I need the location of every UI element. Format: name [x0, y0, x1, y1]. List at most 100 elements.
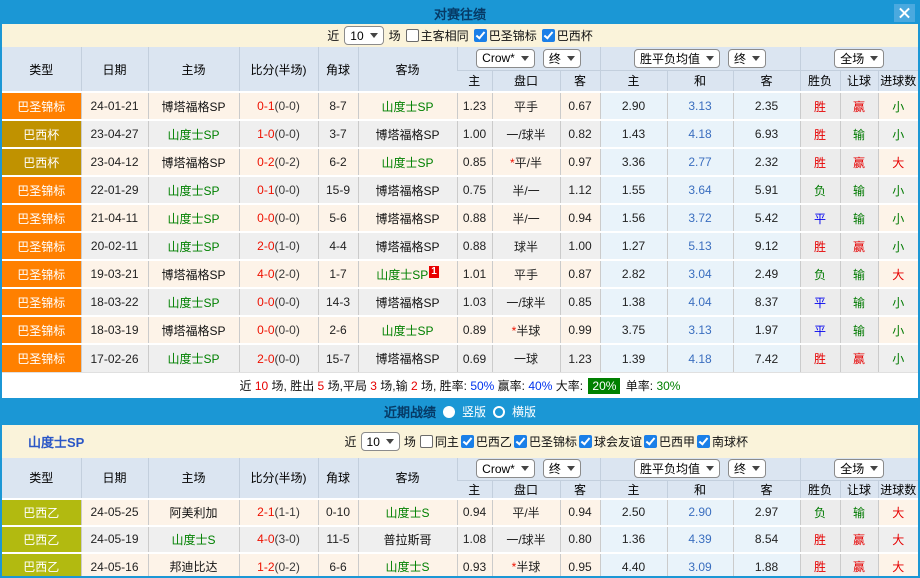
score: 0-0(0-0)	[239, 316, 318, 344]
summary-segment: 场,平局	[324, 377, 370, 394]
avg-draw: 4.18	[667, 344, 733, 372]
checkbox-checked-icon[interactable]	[697, 435, 710, 448]
match-date: 18-03-22	[81, 288, 148, 316]
score: 0-0(0-0)	[239, 288, 318, 316]
odds-final-select[interactable]: 终	[543, 459, 581, 478]
filter-checkbox[interactable]: 巴西杯	[542, 27, 593, 44]
corners: 4-4	[318, 232, 358, 260]
avg-home: 1.38	[600, 288, 667, 316]
result-handicap: 输	[840, 316, 878, 344]
col-handicap-result: 让球	[840, 480, 878, 499]
recent-count-select-2[interactable]: 10	[361, 432, 400, 451]
filter-bar-h2h: 近 10 场 主客相同巴圣锦标巴西杯	[2, 24, 918, 47]
avg-final-select[interactable]: 终	[728, 459, 766, 478]
checkbox-checked-icon[interactable]	[461, 435, 474, 448]
h2h-table: 类型 日期 主场 比分(半场) 角球 客场 Crow* 终 胜平负均值 终 全场	[2, 47, 918, 372]
col-handicap: 盘口	[492, 480, 560, 499]
avg-final-select[interactable]: 终	[728, 49, 766, 68]
avg-draw: 2.77	[667, 148, 733, 176]
avg-home: 4.40	[600, 553, 667, 578]
checkbox-unchecked-icon[interactable]	[420, 435, 433, 448]
near-label: 近	[327, 27, 339, 44]
type-badge: 巴西乙	[2, 499, 81, 526]
table-row: 巴圣锦标18-03-22山度士SP0-0(0-0)14-3博塔福格SP1.03一…	[2, 288, 918, 316]
score: 2-1(1-1)	[239, 499, 318, 526]
filter-checkbox-group: 同主巴西乙巴圣锦标球会友谊巴西甲南球杯	[420, 433, 748, 450]
recent-count-select[interactable]: 10	[344, 26, 383, 45]
chevron-down-icon	[870, 56, 878, 61]
checkbox-checked-icon[interactable]	[542, 29, 555, 42]
checkbox-checked-icon[interactable]	[474, 29, 487, 42]
result-goals: 大	[878, 499, 918, 526]
match-date: 24-05-19	[81, 526, 148, 553]
filter-checkbox[interactable]: 主客相同	[406, 27, 469, 44]
scope-select[interactable]: 全场	[834, 459, 884, 478]
avg-home: 1.56	[600, 204, 667, 232]
avg-draw: 3.64	[667, 176, 733, 204]
radio-unselected-icon[interactable]	[493, 406, 505, 418]
avg-type-select[interactable]: 胜平负均值	[634, 49, 720, 68]
match-date: 24-01-21	[81, 92, 148, 120]
odds-final-select[interactable]: 终	[543, 49, 581, 68]
result-wdl: 胜	[800, 148, 840, 176]
home-team: 山度士SP	[148, 288, 239, 316]
odds-company-select[interactable]: Crow*	[476, 459, 535, 478]
scope-select[interactable]: 全场	[834, 49, 884, 68]
checkbox-label: 同主	[435, 433, 459, 450]
odds-company-select[interactable]: Crow*	[476, 49, 535, 68]
result-goals: 大	[878, 148, 918, 176]
result-handicap: 输	[840, 176, 878, 204]
checkbox-unchecked-icon[interactable]	[406, 29, 419, 42]
games-label: 场	[404, 433, 416, 450]
corners: 5-6	[318, 204, 358, 232]
avg-away: 8.54	[733, 526, 800, 553]
summary-segment: 赢率:	[494, 377, 528, 394]
filter-checkbox[interactable]: 巴西甲	[644, 433, 695, 450]
avg-away: 5.91	[733, 176, 800, 204]
col-corner: 角球	[318, 458, 358, 499]
filter-checkbox[interactable]: 巴圣锦标	[474, 27, 537, 44]
water-away: 0.97	[560, 148, 600, 176]
checkbox-checked-icon[interactable]	[514, 435, 527, 448]
recent-results-table: 类型 日期 主场 比分(半场) 角球 客场 Crow* 终 胜平负均值 终 全场	[2, 458, 918, 578]
filter-checkbox[interactable]: 南球杯	[697, 433, 748, 450]
result-handicap: 赢	[840, 553, 878, 578]
type-badge: 巴西杯	[2, 148, 81, 176]
corners: 8-7	[318, 92, 358, 120]
radio-selected-icon[interactable]	[443, 406, 455, 418]
filter-checkbox[interactable]: 球会友谊	[579, 433, 642, 450]
close-icon[interactable]	[894, 4, 915, 22]
col-date: 日期	[81, 47, 148, 92]
filter-checkbox[interactable]: 同主	[420, 433, 459, 450]
avg-away: 2.49	[733, 260, 800, 288]
checkbox-checked-icon[interactable]	[644, 435, 657, 448]
h2h-summary: 近 10 场, 胜出 5 场,平局 3 场,输 2 场, 胜率: 50% 赢率:…	[2, 372, 918, 398]
handicap-line: *平/半	[492, 148, 560, 176]
handicap-line: 一/球半	[492, 120, 560, 148]
filter-checkbox[interactable]: 巴圣锦标	[514, 433, 577, 450]
col-date: 日期	[81, 458, 148, 499]
avg-type-select[interactable]: 胜平负均值	[634, 459, 720, 478]
avg-away: 7.42	[733, 344, 800, 372]
score: 0-1(0-0)	[239, 92, 318, 120]
col-handicap-result: 让球	[840, 70, 878, 92]
result-goals: 小	[878, 288, 918, 316]
avg-draw: 3.09	[667, 553, 733, 578]
table-row: 巴西乙24-05-19山度士S4-0(3-0)11-5普拉斯哥1.08一/球半0…	[2, 526, 918, 553]
away-team: 博塔福格SP	[358, 344, 457, 372]
home-team: 山度士SP	[148, 204, 239, 232]
home-team: 山度士SP	[148, 232, 239, 260]
result-goals: 大	[878, 260, 918, 288]
chevron-down-icon	[706, 56, 714, 61]
handicap-line: 平/半	[492, 499, 560, 526]
match-date: 19-03-21	[81, 260, 148, 288]
result-handicap: 赢	[840, 344, 878, 372]
home-team: 邦迪比达	[148, 553, 239, 578]
corners: 1-7	[318, 260, 358, 288]
result-goals: 小	[878, 92, 918, 120]
filter-checkbox[interactable]: 巴西乙	[461, 433, 512, 450]
match-date: 22-01-29	[81, 176, 148, 204]
games-label: 场	[389, 27, 401, 44]
checkbox-checked-icon[interactable]	[579, 435, 592, 448]
corners: 3-7	[318, 120, 358, 148]
